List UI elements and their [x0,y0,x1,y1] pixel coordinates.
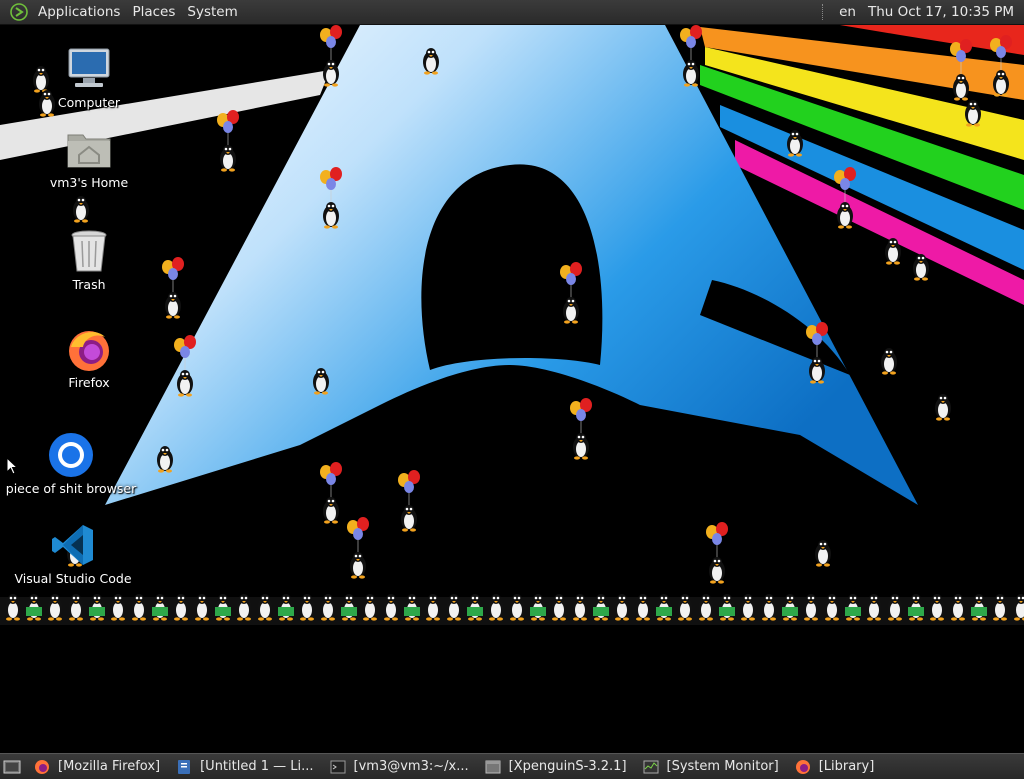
desktop-icon-label: Trash [72,277,106,292]
penguin-icon [1013,594,1024,621]
firefox-icon [69,331,109,371]
window-icon [485,760,501,773]
penguin-icon [313,368,329,395]
taskbar-item-terminal[interactable]: [vm3@vm3:~/x... [324,756,477,777]
penguin-parade [0,593,1024,627]
taskbar-item-label: [XpenguinS-3.2.1] [508,759,627,774]
balloon-penguin-icon [570,398,592,460]
penguin-icon [913,254,929,281]
show-desktop-icon[interactable] [2,757,22,777]
penguin-icon [157,446,173,473]
balloon-penguin-icon [320,167,342,229]
taskbar-item-libreoffice[interactable]: [Untitled 1 — Li... [170,756,321,777]
mouse-cursor-icon [6,457,18,475]
balloon-penguin-icon [398,470,420,532]
distro-logo-icon[interactable] [10,3,28,21]
desktop-icon-label: vm3's Home [49,175,129,190]
desktop-icon-computer[interactable]: Computer [14,45,164,110]
taskbar-item-library[interactable]: [Library] [789,756,883,777]
taskbar-item-label: [Library] [818,759,875,774]
balloon-penguin-icon [990,35,1012,97]
libreoffice-icon [178,759,191,774]
clock[interactable]: Thu Oct 17, 10:35 PM [862,4,1024,20]
desktop-icon-home[interactable]: vm3's Home [14,125,164,190]
balloon-penguin-icon [806,322,828,384]
firefox-icon [795,759,810,774]
terminal-icon [330,760,346,773]
taskbar-item-system-monitor[interactable]: [System Monitor] [637,756,787,777]
desktop-icon-label: Visual Studio Code [14,571,132,586]
balloon-penguin-icon [680,25,702,87]
balloon-penguin-icon [217,110,239,172]
balloon-penguin-icon [320,25,342,87]
home-folder-icon [67,134,111,168]
taskbar-item-label: [Untitled 1 — Li... [200,759,314,774]
top-panel: Applications Places System en Thu Oct 17… [0,0,1024,25]
taskbar-item-firefox[interactable]: [Mozilla Firefox] [28,756,168,777]
places-menu[interactable]: Places [126,0,181,24]
penguin-icon [423,48,439,75]
balloon-penguin-icon [950,39,972,101]
desktop-icon-trash[interactable]: Trash [14,227,164,292]
taskbar-item-xpenguins[interactable]: [XpenguinS-3.2.1] [479,756,635,777]
balloon-penguin-icon [174,335,196,397]
taskbar-item-label: [System Monitor] [666,759,779,774]
panel-separator [822,4,825,20]
desktop-icon-label: Firefox [68,375,110,390]
penguin-icon [73,196,89,223]
balloon-penguin-icon [560,262,582,324]
penguin-icon [815,540,831,567]
vscode-icon [52,525,93,565]
trash-icon [71,230,107,272]
balloon-penguin-icon [706,522,728,584]
taskbar-item-label: [vm3@vm3:~/x... [353,759,469,774]
chromium-icon [49,433,93,477]
desktop-icon-label: piece of shit browser [5,481,137,496]
system-menu[interactable]: System [181,0,243,24]
desktop-icon-label: Computer [57,95,121,110]
balloon-penguin-icon [320,462,342,524]
keyboard-layout-indicator[interactable]: en [833,0,862,24]
desktop-icon-vscode[interactable]: Visual Studio Code [0,521,148,586]
penguin-icon [885,238,901,265]
balloon-penguin-icon [347,517,369,579]
bottom-panel: [Mozilla Firefox] [Untitled 1 — Li... [v… [0,753,1024,779]
applications-menu[interactable]: Applications [32,0,126,24]
taskbar-item-label: [Mozilla Firefox] [58,759,161,774]
desktop-icon-chromium[interactable]: piece of shit browser [0,431,146,496]
balloon-penguin-icon [834,167,856,229]
penguin-icon [935,394,951,421]
desktop-icon-firefox[interactable]: Firefox [14,325,164,390]
penguin-icon [881,348,897,375]
monitor-icon [643,760,659,773]
computer-icon [68,48,110,87]
penguin-icon [965,100,981,127]
desktop[interactable]: Computer vm3's Home Trash Firefox piece … [0,25,1024,753]
penguin-icon [787,130,803,157]
firefox-icon [35,759,49,774]
